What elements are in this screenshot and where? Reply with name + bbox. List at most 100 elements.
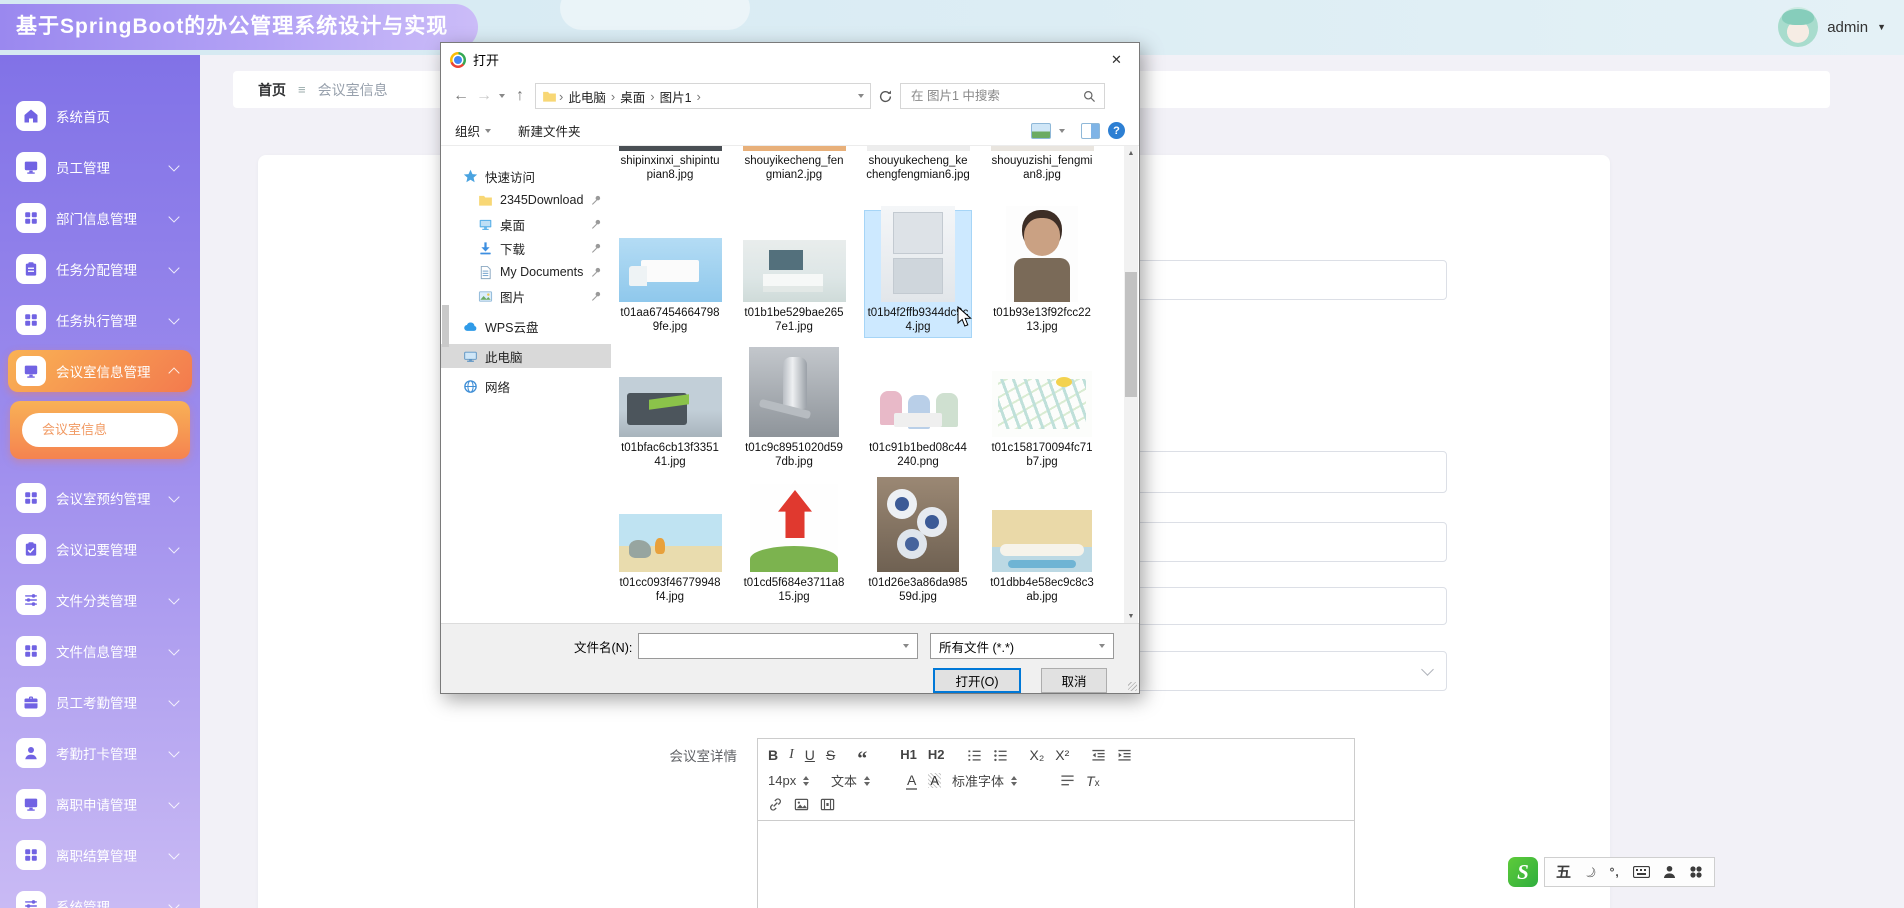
filename-combo[interactable] — [638, 633, 918, 659]
header2-button[interactable]: H2 — [928, 747, 945, 763]
refresh-icon[interactable] — [878, 89, 893, 104]
path-segment[interactable]: 此电脑 — [563, 87, 611, 106]
filetype-select[interactable]: 所有文件 (*.*) — [930, 633, 1114, 659]
scrollbar-thumb[interactable] — [1125, 272, 1137, 397]
cancel-button[interactable]: 取消 — [1041, 668, 1107, 693]
breadcrumb-home[interactable]: 首页 — [258, 80, 286, 100]
nav-item[interactable]: 网络 — [441, 374, 611, 398]
scroll-up-icon[interactable]: ▲ — [1124, 146, 1138, 161]
back-button[interactable]: ← — [453, 88, 469, 104]
view-dropdown-icon[interactable] — [1059, 128, 1065, 133]
organize-button[interactable]: 组织 — [455, 121, 492, 140]
dialog-titlebar[interactable]: 打开 ✕ — [441, 43, 1139, 76]
file-item[interactable]: t01c91b1bed08c44240.png — [864, 338, 972, 473]
underline-button[interactable]: U — [805, 747, 815, 763]
search-box[interactable] — [900, 83, 1105, 109]
image-button[interactable] — [794, 797, 809, 812]
moon-icon[interactable]: ☾ — [1581, 862, 1600, 882]
path-segment[interactable]: 图片1 — [655, 87, 697, 106]
bold-button[interactable]: B — [768, 747, 778, 763]
sidebar-item[interactable]: 任务执行管理 — [8, 299, 192, 341]
sidebar-item[interactable]: 会议室预约管理 — [8, 477, 192, 519]
file-item[interactable]: shouyuzishi_fengmian8.jpg — [988, 146, 1096, 210]
toolbox-icon[interactable] — [1689, 865, 1703, 879]
sidebar-item[interactable]: 文件分类管理 — [8, 579, 192, 621]
file-list-scrollbar[interactable]: ▲ ▼ — [1124, 146, 1138, 624]
header1-button[interactable]: H1 — [900, 747, 917, 763]
sidebar-item[interactable]: 离职申请管理 — [8, 783, 192, 825]
open-button[interactable]: 打开(O) — [933, 668, 1021, 693]
file-item[interactable]: shouyikecheng_fengmian2.jpg — [740, 146, 848, 210]
file-item[interactable]: t01c158170094fc71b7.jpg — [988, 338, 1096, 473]
user-menu[interactable]: admin ▼ — [1778, 7, 1886, 47]
nav-item[interactable]: 快速访问 — [441, 164, 611, 188]
help-button[interactable]: ? — [1108, 122, 1125, 139]
file-item[interactable]: t01bfac6cb13f335141.jpg — [616, 338, 724, 473]
format-select[interactable]: 文本 — [831, 771, 895, 790]
sidebar-item[interactable]: 任务分配管理 — [8, 248, 192, 290]
sidebar-item[interactable]: 员工考勤管理 — [8, 681, 192, 723]
scroll-down-icon[interactable]: ▼ — [1124, 609, 1138, 624]
nav-item[interactable]: 下载 — [441, 236, 611, 260]
file-item[interactable]: t01b4f2ffb9344dc9c4.jpg — [864, 206, 972, 338]
superscript-button[interactable]: X² — [1055, 747, 1069, 763]
preview-pane-icon[interactable] — [1081, 122, 1100, 139]
italic-button[interactable]: I — [789, 747, 794, 763]
sidebar-item[interactable]: 考勤打卡管理 — [8, 732, 192, 774]
sidebar-item[interactable]: 文件信息管理 — [8, 630, 192, 672]
file-item[interactable]: shipinxinxi_shipintupian8.jpg — [616, 146, 724, 210]
sidebar-item[interactable]: 部门信息管理 — [8, 197, 192, 239]
close-button[interactable]: ✕ — [1094, 43, 1139, 76]
align-button[interactable] — [1060, 773, 1075, 788]
indent-button[interactable] — [1117, 748, 1132, 763]
filename-input[interactable] — [639, 639, 903, 653]
sidebar-subitem[interactable]: 会议室信息 — [22, 413, 178, 447]
sidebar-item[interactable]: 员工管理 — [8, 146, 192, 188]
file-item[interactable]: t01b93e13f92fcc2213.jpg — [988, 206, 1096, 338]
user-icon[interactable] — [1663, 865, 1676, 879]
path-dropdown-icon[interactable] — [858, 94, 864, 98]
editor-content[interactable] — [758, 821, 1354, 908]
clear-format-button[interactable]: Tx — [1086, 773, 1100, 789]
file-item[interactable]: t01aa674546647989fe.jpg — [616, 210, 724, 338]
text-color-button[interactable]: A — [906, 772, 918, 790]
ime-mode-button[interactable]: 五 — [1556, 865, 1571, 880]
strikethrough-button[interactable]: S — [826, 747, 835, 763]
punctuation-icon[interactable]: °, — [1610, 866, 1620, 878]
bullet-list-button[interactable] — [993, 748, 1008, 763]
sidebar-item[interactable]: 系统首页 — [8, 95, 192, 137]
history-dropdown-icon[interactable] — [499, 94, 505, 98]
file-item[interactable]: t01d26e3a86da98559d.jpg — [864, 473, 972, 608]
new-folder-button[interactable]: 新建文件夹 — [518, 121, 581, 140]
sidebar-item[interactable]: 会议室信息管理 — [8, 350, 192, 392]
file-item[interactable]: t01b1be529bae2657e1.jpg — [740, 210, 848, 338]
file-item[interactable]: t01dbb4e58ec9c8c3ab.jpg — [988, 473, 1096, 608]
sidebar-item[interactable]: 系统管理 — [8, 885, 192, 908]
blockquote-button[interactable]: “ — [857, 749, 867, 769]
font-family-select[interactable]: 标准字体 — [952, 771, 1038, 790]
sidebar-item[interactable]: 会议记要管理 — [8, 528, 192, 570]
subscript-button[interactable]: X₂ — [1030, 747, 1045, 763]
highlight-color-button[interactable]: A — [928, 773, 942, 788]
file-item[interactable]: t01cc093f46779948f4.jpg — [616, 473, 724, 608]
nav-item[interactable]: 此电脑 — [441, 344, 611, 368]
nav-item[interactable]: 图片 — [441, 284, 611, 308]
font-size-select[interactable]: 14px — [768, 773, 820, 788]
resize-grip[interactable] — [1128, 682, 1137, 691]
ime-logo-icon[interactable]: S — [1508, 857, 1538, 887]
nav-item[interactable]: WPS云盘 — [441, 314, 611, 338]
filename-dropdown-icon[interactable] — [903, 644, 909, 648]
sidebar-item[interactable]: 离职结算管理 — [8, 834, 192, 876]
forward-button[interactable]: → — [476, 88, 492, 104]
outdent-button[interactable] — [1091, 748, 1106, 763]
nav-item[interactable]: My Documents — [441, 260, 611, 284]
search-input[interactable] — [909, 88, 1083, 104]
file-item[interactable]: shouyukecheng_kechengfengmian6.jpg — [864, 146, 972, 210]
file-item[interactable]: t01cd5f684e3711a815.jpg — [740, 473, 848, 608]
avatar[interactable] — [1778, 7, 1819, 47]
file-item[interactable]: t01c9c8951020d597db.jpg — [740, 338, 848, 473]
ordered-list-button[interactable] — [967, 748, 982, 763]
path-breadcrumb[interactable]: › 此电脑 › 桌面 › 图片1 › — [535, 83, 871, 109]
link-button[interactable] — [768, 797, 783, 812]
keyboard-icon[interactable] — [1632, 866, 1650, 878]
